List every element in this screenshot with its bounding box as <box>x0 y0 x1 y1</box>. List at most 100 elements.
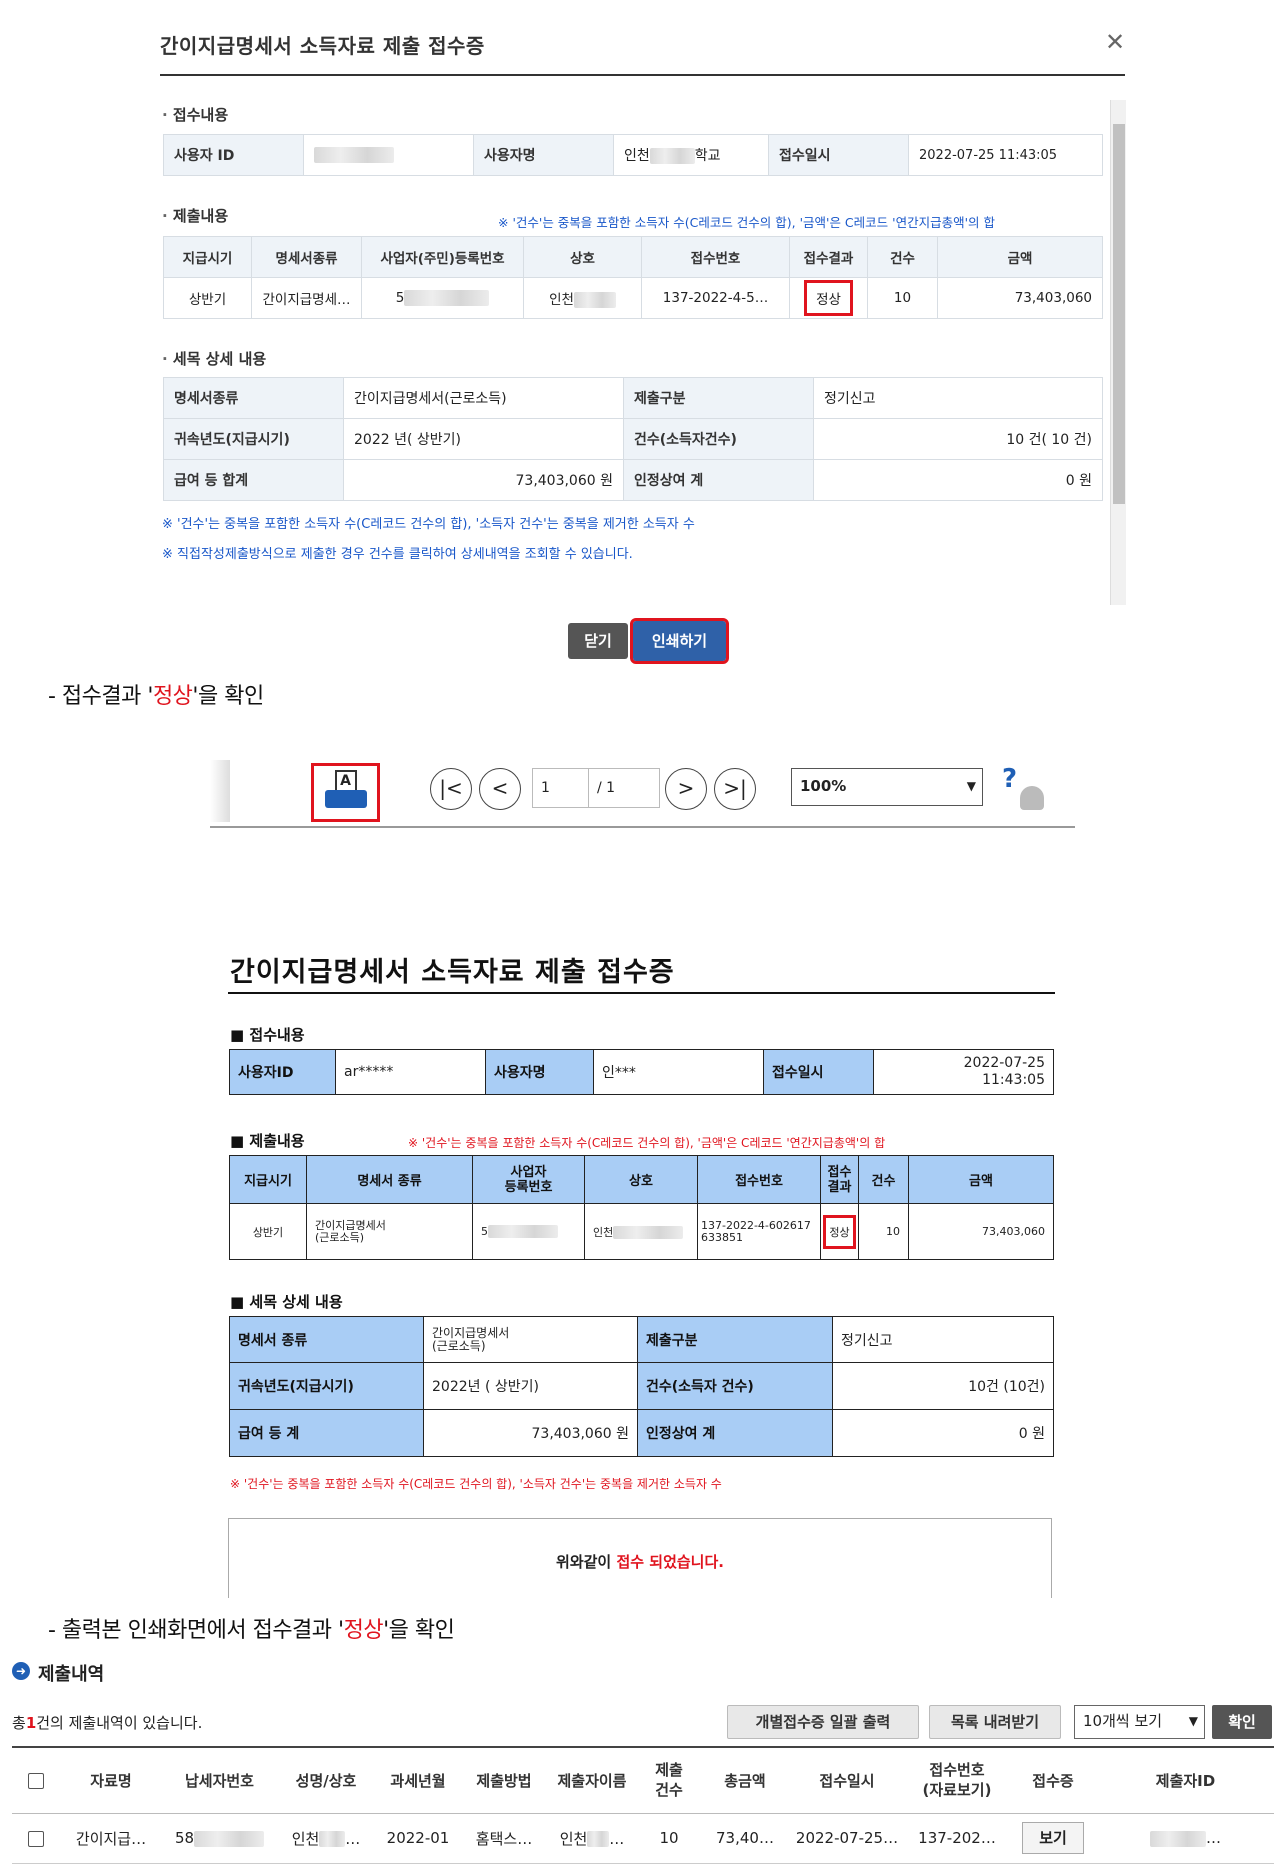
list-count-text: 총1건의 제출내역이 있습니다. <box>12 1714 203 1732</box>
printed-detail-table: 명세서 종류 간이지급명세서 (근로소득) 제출구분 정기신고 귀속년도(지급시기… <box>229 1316 1054 1457</box>
printed-submission-table: 지급시기 명세서 종류 사업자 등록번호 상호 접수번호 접수 결과 건수 금액 상… <box>229 1155 1054 1260</box>
user-name-label: 사용자명 <box>473 134 614 176</box>
receipt-popup: 간이지급명세서 소득자료 제출 접수증 ✕ 접수내용 사용자 ID 사용자명 인… <box>160 0 1130 610</box>
printed-col-period: 지급시기 <box>229 1155 307 1204</box>
list-col-method: 제출방법 <box>461 1746 547 1814</box>
toolbar-divider <box>210 826 1075 828</box>
submission-list-table: 자료명 납세자번호 성명/상호 과세년월 제출방법 제출자이름 제출 건수 총금… <box>12 1746 1274 1864</box>
popup-scrollbar[interactable] <box>1110 100 1126 605</box>
download-list-button[interactable]: 목록 내려받기 <box>929 1705 1061 1739</box>
chevron-down-icon: ▼ <box>966 779 976 793</box>
next-page-button[interactable]: > <box>665 768 707 810</box>
list-col-time: 접수일시 <box>789 1746 905 1814</box>
col-count: 건수 <box>867 236 938 278</box>
prev-page-button[interactable]: < <box>479 768 521 810</box>
row-method: 홈택스… <box>461 1813 547 1864</box>
select-all-checkbox[interactable] <box>12 1746 60 1814</box>
printed-col-amount: 금액 <box>908 1155 1054 1204</box>
printed-detail-count-label: 건수(소득자 건수) <box>637 1362 833 1410</box>
page-total: / 1 <box>588 768 660 808</box>
row-time: 2022-07-25… <box>789 1813 905 1864</box>
confirm-button[interactable]: 확인 <box>1212 1705 1272 1739</box>
printed-result-normal-highlight: 정상 <box>823 1214 856 1249</box>
col-company: 상호 <box>523 236 642 278</box>
close-icon[interactable]: ✕ <box>1105 28 1125 56</box>
printed-cell-amount: 73,403,060 <box>908 1203 1054 1260</box>
chevron-down-icon: ▼ <box>1188 1714 1198 1728</box>
section-detail-label: 세목 상세 내용 <box>162 348 266 369</box>
popup-close-button[interactable]: 닫기 <box>568 623 628 659</box>
detail-count-label: 건수(소득자건수) <box>623 418 814 460</box>
page-size-select[interactable]: 10개씩 보기 ▼ <box>1074 1705 1205 1739</box>
detail-bonus-label: 인정상여 계 <box>623 459 814 501</box>
printed-section-detail: 세목 상세 내용 <box>230 1291 342 1312</box>
col-reg-no: 사업자(주민)등록번호 <box>361 236 524 278</box>
list-col-corp: 성명/상호 <box>277 1746 375 1814</box>
printed-title: 간이지급명세서 소득자료 제출 접수증 <box>230 957 675 988</box>
receipt-info-table: 사용자 ID 사용자명 인천 학교 접수일시 2022-07-25 11:43:0… <box>163 134 1103 176</box>
printed-confirm-text: 위와같이 <box>556 1553 612 1571</box>
row-receipt: 보기 <box>1009 1813 1097 1864</box>
zoom-select[interactable]: 100% ▼ <box>791 768 983 806</box>
result-normal-highlight: 정상 <box>804 280 853 316</box>
printed-section-submission: 제출내용 <box>230 1130 304 1151</box>
printed-uname-label: 사용자명 <box>485 1049 594 1095</box>
arrow-right-circle-icon: ➜ <box>12 1662 30 1680</box>
caption-2: - 출력본 인쇄화면에서 접수결과 '정상'을 확인 <box>48 1618 455 1643</box>
receipt-time-label: 접수일시 <box>768 134 909 176</box>
view-receipt-button[interactable]: 보기 <box>1022 1822 1084 1854</box>
cell-reg-no: 5 <box>361 277 524 319</box>
list-col-total: 총금액 <box>701 1746 789 1814</box>
print-icon[interactable]: A <box>311 763 380 822</box>
detail-note-2: ※ 직접작성제출방식으로 제출한 경우 건수를 클릭하여 상세내역을 조회할 수… <box>162 547 633 562</box>
cell-count: 10 <box>867 277 938 319</box>
row-checkbox[interactable] <box>12 1813 60 1864</box>
submission-note: ※ '건수'는 중복을 포함한 소득자 수(C레코드 건수의 합), '금액'은… <box>498 215 995 230</box>
printed-receipt-table: 사용자ID ar***** 사용자명 인*** 접수일시 2022-07-25 1… <box>229 1049 1054 1095</box>
printed-time-value: 2022-07-25 11:43:05 <box>873 1049 1054 1095</box>
user-name-value: 인천 학교 <box>613 134 769 176</box>
detail-kind-label: 제출구분 <box>623 377 814 419</box>
help-icon[interactable]: ? <box>1002 764 1017 794</box>
row-count: 10 <box>637 1813 701 1864</box>
detail-pay-label: 급여 등 합계 <box>163 459 344 501</box>
title-divider <box>160 74 1125 76</box>
list-col-taxno: 납세자번호 <box>162 1746 277 1814</box>
first-page-button[interactable]: |< <box>430 768 472 810</box>
printed-col-result: 접수 결과 <box>820 1155 859 1204</box>
detail-bonus-value: 0 원 <box>813 459 1103 501</box>
printed-detail-pay-value: 73,403,060 원 <box>423 1409 638 1457</box>
list-col-submitter-id: 제출자ID <box>1097 1746 1274 1814</box>
scrollbar-thumb[interactable] <box>1113 124 1125 504</box>
printed-detail-note: ※ '건수'는 중복을 포함한 소득자 수(C레코드 건수의 합), '소득자 … <box>230 1477 722 1491</box>
list-col-submitter: 제출자이름 <box>547 1746 637 1814</box>
printed-submission-note: ※ '건수'는 중복을 포함한 소득자 수(C레코드 건수의 합), '금액'은… <box>408 1136 886 1150</box>
list-col-receipt: 접수증 <box>1009 1746 1097 1814</box>
list-title: 제출내역 <box>38 1664 105 1685</box>
list-col-month: 과세년월 <box>375 1746 461 1814</box>
printed-detail-count-value: 10건 (10건) <box>832 1362 1054 1410</box>
table-row: 간이지급… 58 인천… 2022-01 홈택스… 인천… 10 73,40… … <box>12 1813 1274 1864</box>
detail-count-value[interactable]: 10 건( 10 건) <box>813 418 1103 460</box>
printed-col-no: 접수번호 <box>697 1155 821 1204</box>
row-total: 73,40… <box>701 1813 789 1864</box>
row-taxno: 58 <box>162 1813 277 1864</box>
popup-print-button[interactable]: 인쇄하기 <box>630 618 729 664</box>
printed-detail-kind-value: 정기신고 <box>832 1316 1054 1363</box>
printed-uname-value: 인*** <box>593 1049 764 1095</box>
page-input[interactable]: 1 <box>532 768 590 808</box>
col-receipt-no: 접수번호 <box>641 236 790 278</box>
row-submitter-id: … <box>1097 1813 1274 1864</box>
row-month: 2022-01 <box>375 1813 461 1864</box>
printed-detail-year-label: 귀속년도(지급시기) <box>229 1362 424 1410</box>
last-page-button[interactable]: >| <box>714 768 756 810</box>
printed-cell-period: 상반기 <box>229 1203 307 1260</box>
printed-uid-value: ar***** <box>335 1049 486 1095</box>
detail-year-value: 2022 년( 상반기) <box>343 418 624 460</box>
list-col-count: 제출 건수 <box>637 1746 701 1814</box>
row-no[interactable]: 137-202… <box>905 1813 1009 1864</box>
help-person-icon <box>1020 786 1044 810</box>
toolbar-edge-shadow <box>210 760 230 822</box>
bulk-print-button[interactable]: 개별접수증 일괄 출력 <box>727 1705 919 1739</box>
user-id-label: 사용자 ID <box>163 134 304 176</box>
